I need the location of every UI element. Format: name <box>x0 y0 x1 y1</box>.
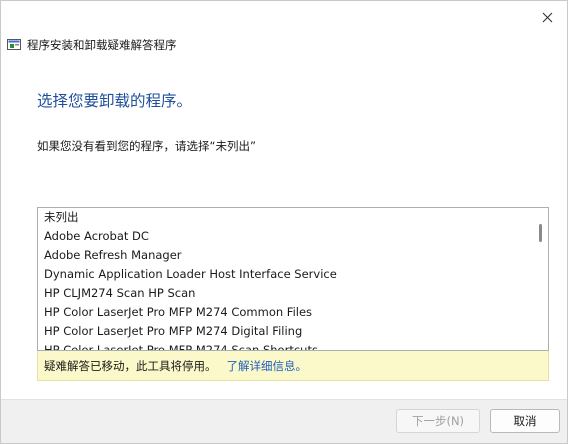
troubleshooter-app-icon <box>7 39 21 50</box>
list-item[interactable]: Dynamic Application Loader Host Interfac… <box>38 265 532 284</box>
title-bar: 程序安装和卸载疑难解答程序 <box>7 37 177 53</box>
list-scrollbar[interactable] <box>532 208 548 350</box>
learn-more-link[interactable]: 了解详细信息。 <box>227 358 308 374</box>
program-listbox[interactable]: 未列出 Adobe Acrobat DC Adobe Refresh Manag… <box>37 207 549 351</box>
list-item[interactable]: HP Color LaserJet Pro MFP M274 Common Fi… <box>38 303 532 322</box>
notice-text: 疑难解答已移动，此工具将停用。 <box>44 358 217 373</box>
list-item[interactable]: HP Color LaserJet Pro MFP M274 Scan Shor… <box>38 341 532 350</box>
program-list-items: 未列出 Adobe Acrobat DC Adobe Refresh Manag… <box>38 208 532 350</box>
list-item[interactable]: HP Color LaserJet Pro MFP M274 Digital F… <box>38 322 532 341</box>
list-item[interactable]: Adobe Refresh Manager <box>38 246 532 265</box>
page-heading: 选择您要卸载的程序。 <box>37 92 193 110</box>
scrollbar-thumb[interactable] <box>539 224 542 242</box>
troubleshooter-window: 程序安装和卸载疑难解答程序 选择您要卸载的程序。 如果您没有看到您的程序，请选择… <box>0 0 568 444</box>
list-item-not-listed[interactable]: 未列出 <box>38 208 532 227</box>
deprecation-notice: 疑难解答已移动，此工具将停用。 了解详细信息。 <box>37 351 549 381</box>
list-item[interactable]: HP CLJM274 Scan HP Scan <box>38 284 532 303</box>
close-icon <box>542 12 552 22</box>
window-title: 程序安装和卸载疑难解答程序 <box>27 38 177 52</box>
footer-bar: 下一步(N) 取消 <box>1 399 567 443</box>
close-button[interactable] <box>533 5 561 29</box>
list-item[interactable]: Adobe Acrobat DC <box>38 227 532 246</box>
cancel-button[interactable]: 取消 <box>490 409 560 433</box>
next-button[interactable]: 下一步(N) <box>396 409 480 433</box>
instruction-text: 如果您没有看到您的程序，请选择“未列出” <box>37 139 256 153</box>
